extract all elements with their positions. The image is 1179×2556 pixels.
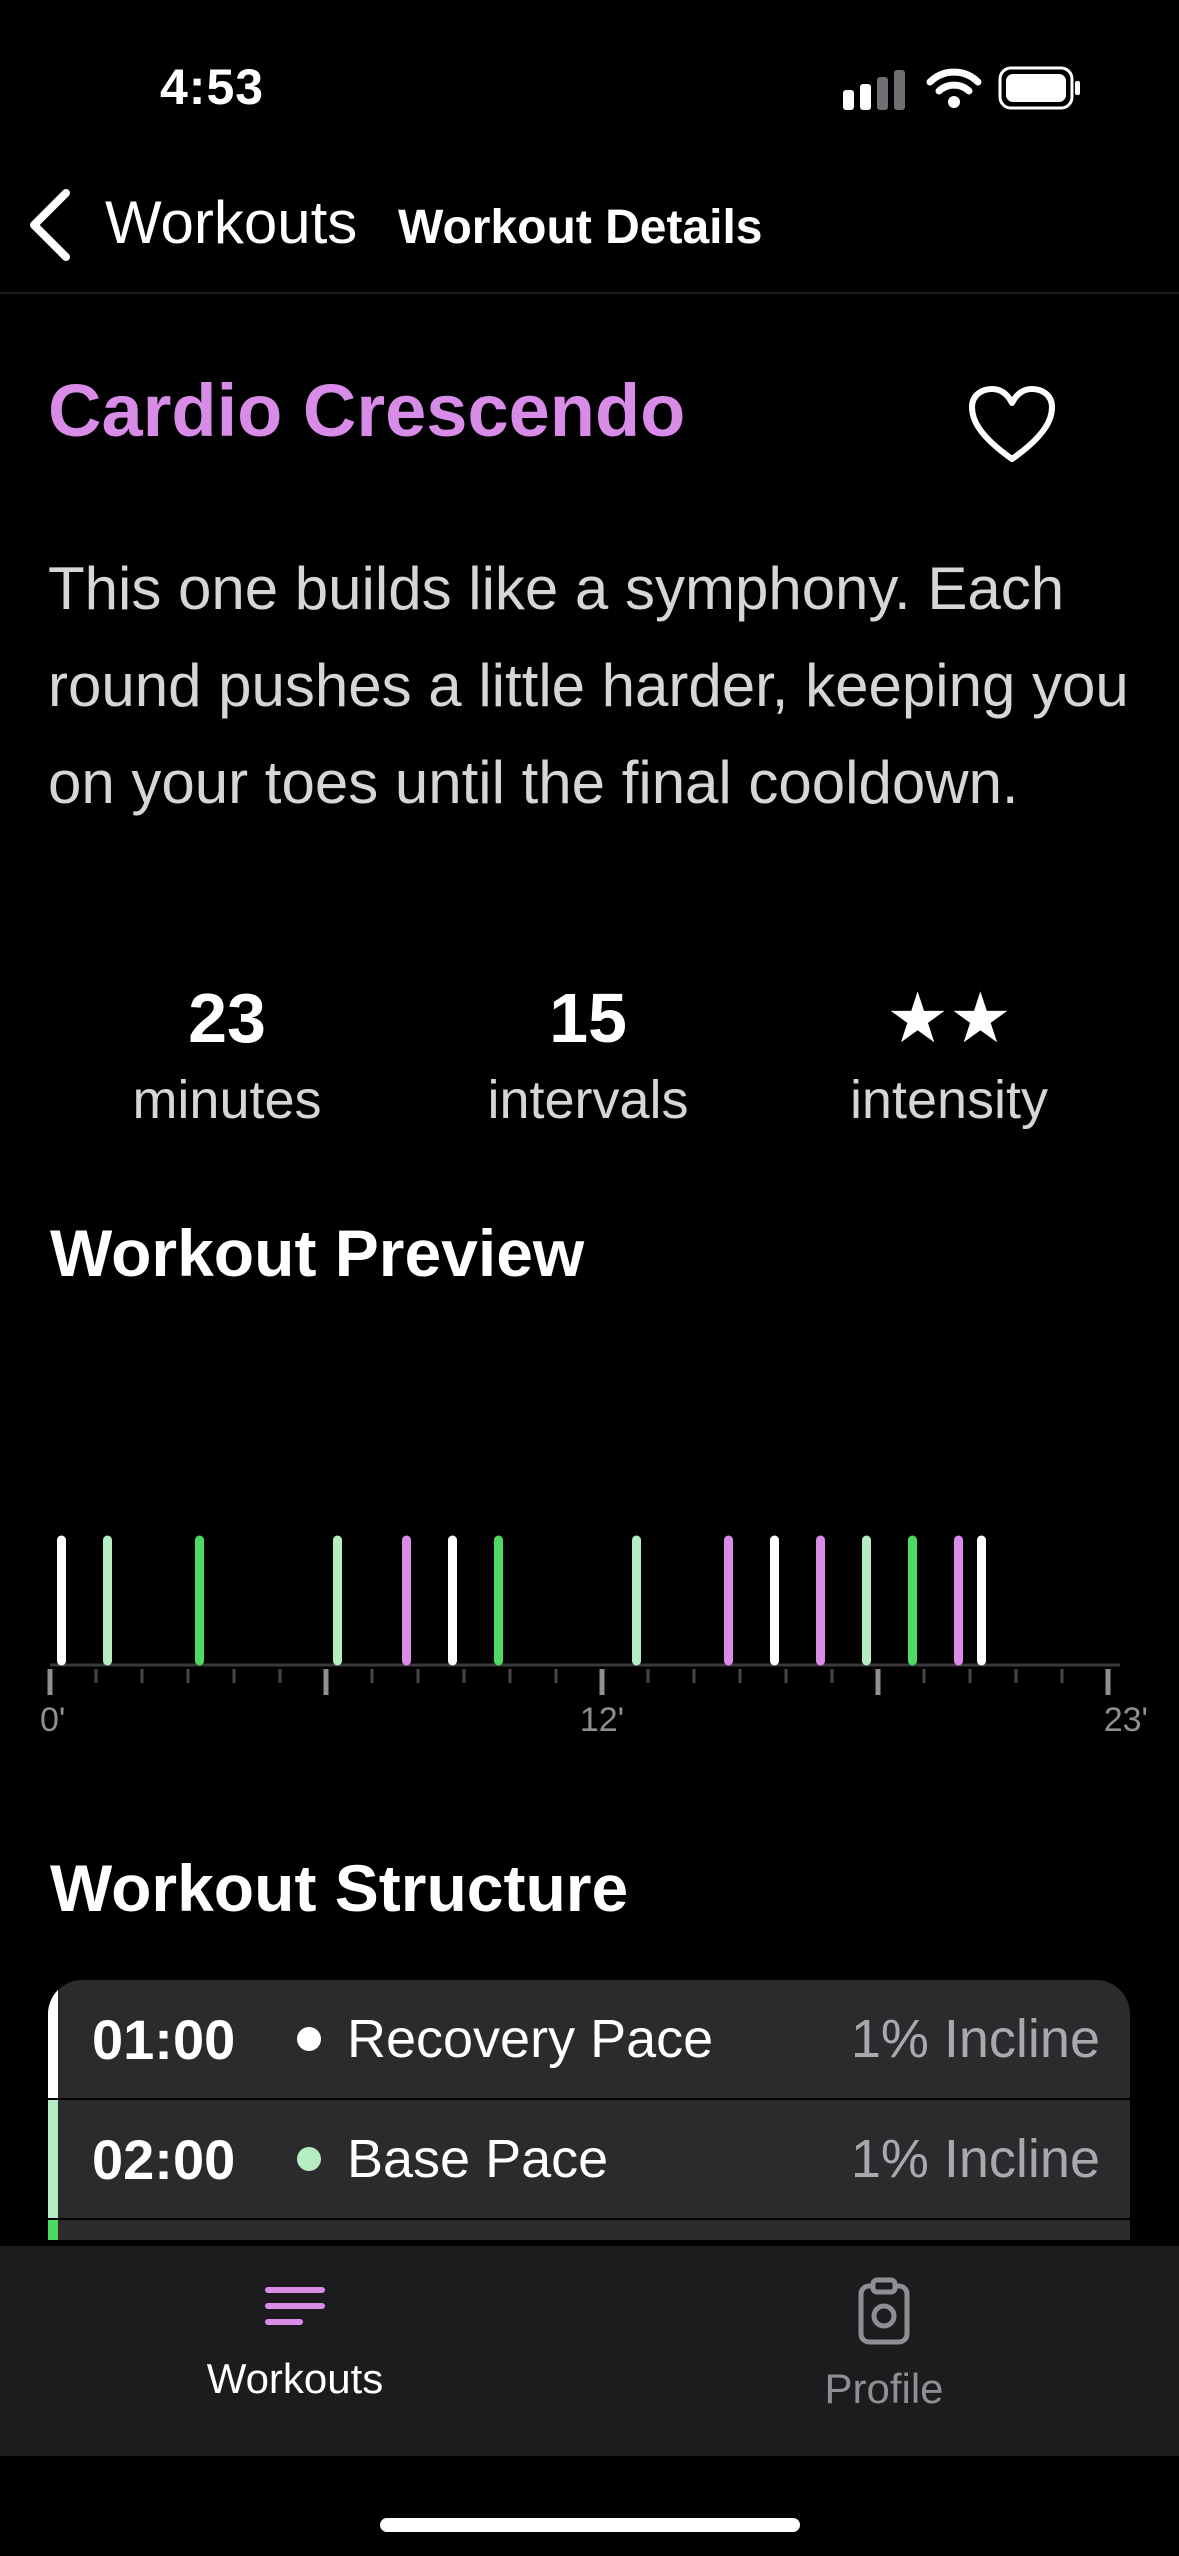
stat-minutes: 23 minutes [47, 975, 407, 1131]
tab-workouts[interactable]: Workouts [145, 2276, 445, 2403]
pace-dot-icon [297, 2027, 321, 2051]
structure-list: 01:00 Recovery Pace 1% Incline 02:00 Bas… [48, 1980, 1130, 2240]
row-color-bar [48, 1980, 58, 2098]
cellular-signal-icon [843, 70, 905, 110]
preview-section-title: Workout Preview [50, 1216, 585, 1290]
stat-intervals: 15 intervals [408, 975, 768, 1131]
workout-title: Cardio Crescendo [48, 369, 686, 452]
favorite-heart-icon[interactable] [968, 385, 1056, 465]
clipboard-icon [858, 2277, 910, 2345]
x-tick-label: 0' [40, 1701, 65, 1739]
status-time: 4:53 [160, 59, 265, 115]
back-button[interactable]: Workouts [105, 188, 357, 257]
structure-row[interactable] [48, 2220, 1130, 2240]
tab-label: Workouts [206, 2355, 384, 2402]
tab-bar: Workouts Profile [0, 2246, 1179, 2456]
row-color-bar [48, 2100, 58, 2218]
stat-label: intensity [849, 1070, 1049, 1130]
nav-divider [0, 292, 1179, 294]
home-indicator [380, 2518, 800, 2532]
x-tick-label: 12' [580, 1701, 624, 1739]
nav-title: Workout Details [398, 201, 763, 254]
row-incline: 1% Incline [850, 2009, 1100, 2069]
x-tick-label: 23' [1104, 1701, 1148, 1739]
workout-preview-chart: 0' 12' 23' [40, 1535, 1148, 1739]
tab-profile[interactable]: Profile [734, 2276, 1034, 2413]
structure-row[interactable]: 02:00 Base Pace 1% Incline [48, 2100, 1130, 2220]
stat-value: 15 [549, 979, 627, 1057]
stat-label: minutes [132, 1070, 322, 1130]
workout-description: This one builds like a symphony. Each ro… [48, 555, 1129, 816]
battery-icon [998, 66, 1080, 110]
back-chevron-icon[interactable] [22, 185, 82, 265]
stat-value: 23 [188, 979, 266, 1057]
pace-dot-icon [297, 2147, 321, 2171]
row-color-bar [48, 2220, 58, 2240]
stat-label: intervals [487, 1070, 689, 1130]
structure-section-title: Workout Structure [50, 1851, 629, 1925]
row-pace-name: Recovery Pace [347, 2009, 714, 2069]
intensity-stars: ★★ [886, 979, 1012, 1057]
tab-label: Profile [824, 2365, 944, 2412]
row-duration: 01:00 [92, 2007, 236, 2071]
stat-intensity: ★★ intensity [769, 975, 1129, 1131]
structure-row[interactable]: 01:00 Recovery Pace 1% Incline [48, 1980, 1130, 2100]
row-duration: 02:00 [92, 2127, 236, 2191]
row-pace-name: Base Pace [347, 2129, 609, 2189]
wifi-icon [926, 68, 982, 108]
list-icon [265, 2287, 325, 2325]
row-incline: 1% Incline [850, 2129, 1100, 2189]
